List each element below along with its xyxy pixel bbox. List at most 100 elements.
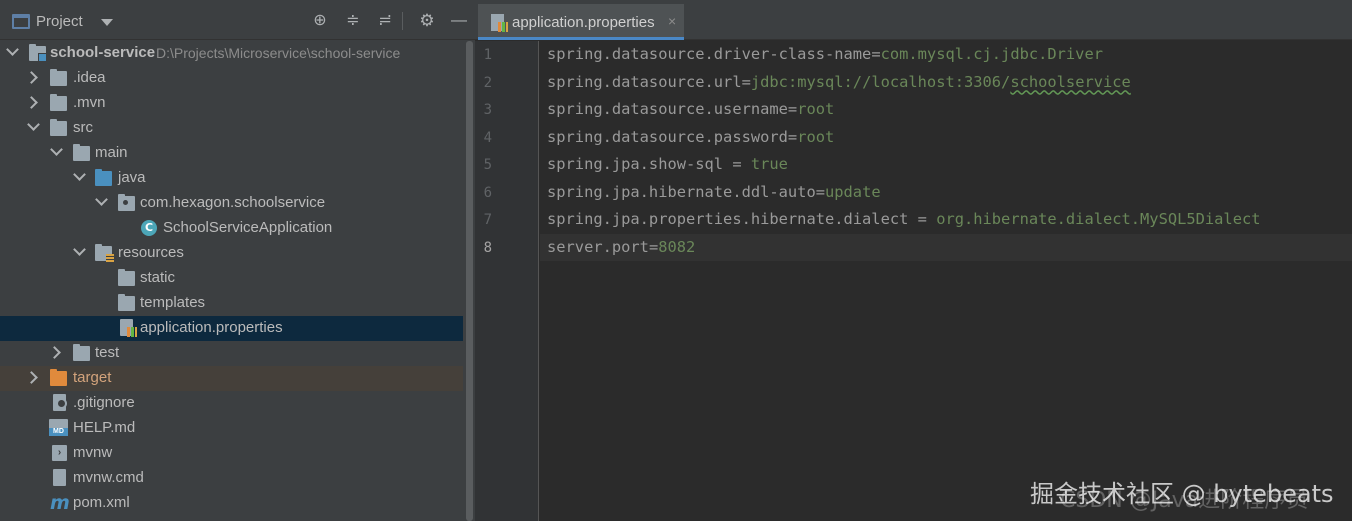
- editor-pane: application.properties × 1 2 3 4 5 6 7 8 spring…: [475, 0, 1352, 521]
- tree-item-mvnw[interactable]: › mvnw: [0, 441, 463, 466]
- property-value: jdbc:mysql://localhost:3306/: [750, 72, 1011, 91]
- code-editor[interactable]: spring.datasource.driver-class-name=com.…: [540, 41, 1352, 521]
- code-line[interactable]: spring.jpa.properties.hibernate.dialect …: [540, 206, 1352, 233]
- chevron-right-icon[interactable]: [25, 371, 38, 384]
- tree-item-test[interactable]: test: [0, 341, 463, 366]
- chevron-down-icon[interactable]: [101, 19, 113, 26]
- tab-application-properties[interactable]: application.properties ×: [478, 4, 684, 40]
- property-key: spring.datasource.url: [547, 72, 742, 91]
- line-number: 8: [483, 239, 492, 256]
- line-number: 3: [483, 102, 492, 118]
- folder-icon: [73, 144, 90, 161]
- tree-item-package[interactable]: com.hexagon.schoolservice: [0, 191, 463, 216]
- tree-item-java[interactable]: java: [0, 166, 463, 191]
- editor-tab-bar: application.properties ×: [475, 0, 1352, 40]
- chevron-right-icon[interactable]: [25, 71, 38, 84]
- property-value: com.mysql.cj.jdbc.Driver: [880, 45, 1103, 63]
- cmd-file-icon: [53, 469, 66, 486]
- source-folder-icon: [95, 169, 112, 186]
- tree-item-path: D:\Projects\Microservice\school-service: [156, 45, 401, 61]
- property-value: root: [797, 127, 835, 146]
- line-number: 1: [483, 47, 492, 63]
- property-value-misspelled: schoolservice: [1010, 72, 1131, 91]
- line-number: 2: [483, 74, 492, 91]
- module-folder-icon: [29, 44, 47, 62]
- chevron-right-icon[interactable]: [48, 346, 61, 359]
- markdown-file-icon: [49, 419, 68, 436]
- chevron-right-icon[interactable]: [25, 96, 38, 109]
- tree-item-static[interactable]: static: [0, 266, 463, 291]
- property-value: root: [797, 100, 835, 118]
- hide-icon[interactable]: —: [450, 12, 468, 30]
- code-line[interactable]: spring.jpa.hibernate.ddl-auto=update: [540, 179, 1352, 206]
- close-icon[interactable]: ×: [668, 13, 676, 29]
- line-number: 5: [483, 157, 492, 173]
- tree-item-label: com.hexagon.schoolservice: [140, 194, 326, 211]
- chevron-down-icon[interactable]: [73, 243, 86, 256]
- tree-item-pom-xml[interactable]: m pom.xml: [0, 491, 463, 516]
- shell-file-icon: ›: [52, 445, 67, 461]
- excluded-folder-icon: [50, 369, 67, 386]
- tree-item-templates[interactable]: templates: [0, 291, 463, 316]
- property-separator: =: [871, 45, 881, 63]
- code-line-text: spring.datasource.password=root: [547, 128, 834, 146]
- tree-item-target[interactable]: target: [0, 366, 463, 391]
- property-separator: =: [787, 100, 798, 118]
- tree-item-label: mvnw.cmd: [73, 469, 144, 486]
- code-line[interactable]: spring.jpa.show-sql = true: [540, 151, 1352, 178]
- gitignore-file-icon: [53, 394, 67, 411]
- line-number: 6: [483, 184, 492, 201]
- property-key: spring.datasource.password: [547, 127, 788, 146]
- chevron-down-icon[interactable]: [50, 143, 63, 156]
- property-separator: =: [815, 182, 825, 201]
- tree-item-resources[interactable]: resources: [0, 241, 463, 266]
- tree-item-src[interactable]: src: [0, 116, 463, 141]
- line-number-gutter: 1 2 3 4 5 6 7 8: [475, 41, 539, 521]
- property-key: server.port: [547, 237, 649, 256]
- code-line-text: spring.datasource.url=jdbc:mysql://local…: [547, 73, 1131, 91]
- tree-item-label: application.properties: [140, 319, 283, 336]
- tree-item-label: .idea: [73, 69, 106, 86]
- project-panel-header: Project ⊕ ≑ ≓ ⚙ —: [0, 0, 475, 40]
- tree-item-school-service[interactable]: school-service D:\Projects\Microservice\…: [0, 41, 463, 66]
- tree-item-school-service-application[interactable]: C SchoolServiceApplication: [0, 216, 463, 241]
- property-value: true: [750, 155, 788, 173]
- chevron-down-icon[interactable]: [6, 43, 19, 56]
- tree-item-mvn[interactable]: .mvn: [0, 91, 463, 116]
- code-line[interactable]: spring.datasource.password=root: [540, 124, 1352, 151]
- collapse-all-icon[interactable]: ≓: [376, 12, 394, 30]
- locate-icon[interactable]: ⊕: [311, 12, 329, 30]
- code-line-text: spring.datasource.driver-class-name=com.…: [547, 45, 1103, 63]
- header-divider: [402, 12, 403, 30]
- tree-item-label: mvnw: [73, 444, 113, 461]
- line-number: 4: [483, 129, 492, 146]
- tree-item-mvnw-cmd[interactable]: mvnw.cmd: [0, 466, 463, 491]
- property-value: 8082: [658, 237, 696, 256]
- project-view-title[interactable]: Project: [36, 13, 83, 30]
- code-line[interactable]: spring.datasource.url=jdbc:mysql://local…: [540, 69, 1352, 96]
- code-line[interactable]: spring.datasource.username=root: [540, 96, 1352, 123]
- tree-item-label: src: [73, 119, 93, 136]
- project-scrollbar-thumb[interactable]: [466, 41, 473, 521]
- tree-item-main[interactable]: main: [0, 141, 463, 166]
- chevron-down-icon[interactable]: [27, 118, 40, 131]
- property-value: update: [825, 182, 881, 201]
- code-line[interactable]: server.port=8082: [540, 233, 1352, 261]
- gear-icon[interactable]: ⚙: [418, 12, 436, 30]
- tree-item-gitignore[interactable]: .gitignore: [0, 391, 463, 416]
- expand-all-icon[interactable]: ≑: [344, 12, 362, 30]
- tree-item-help-md[interactable]: HELP.md: [0, 416, 463, 441]
- line-number: 7: [483, 212, 492, 228]
- chevron-down-icon[interactable]: [95, 193, 108, 206]
- tree-item-application-properties[interactable]: application.properties: [0, 316, 463, 341]
- tree-item-label: target: [73, 369, 112, 386]
- chevron-down-icon[interactable]: [73, 168, 86, 181]
- properties-file-icon: [120, 319, 137, 337]
- property-key: spring.jpa.show-sql: [547, 155, 724, 173]
- tree-item-label: templates: [140, 294, 206, 311]
- property-separator: =: [741, 72, 751, 91]
- code-line[interactable]: spring.datasource.driver-class-name=com.…: [540, 41, 1352, 68]
- property-key: spring.datasource.driver-class-name: [547, 45, 872, 63]
- tree-item-idea[interactable]: .idea: [0, 66, 463, 91]
- code-line-text: spring.jpa.show-sql = true: [547, 155, 788, 173]
